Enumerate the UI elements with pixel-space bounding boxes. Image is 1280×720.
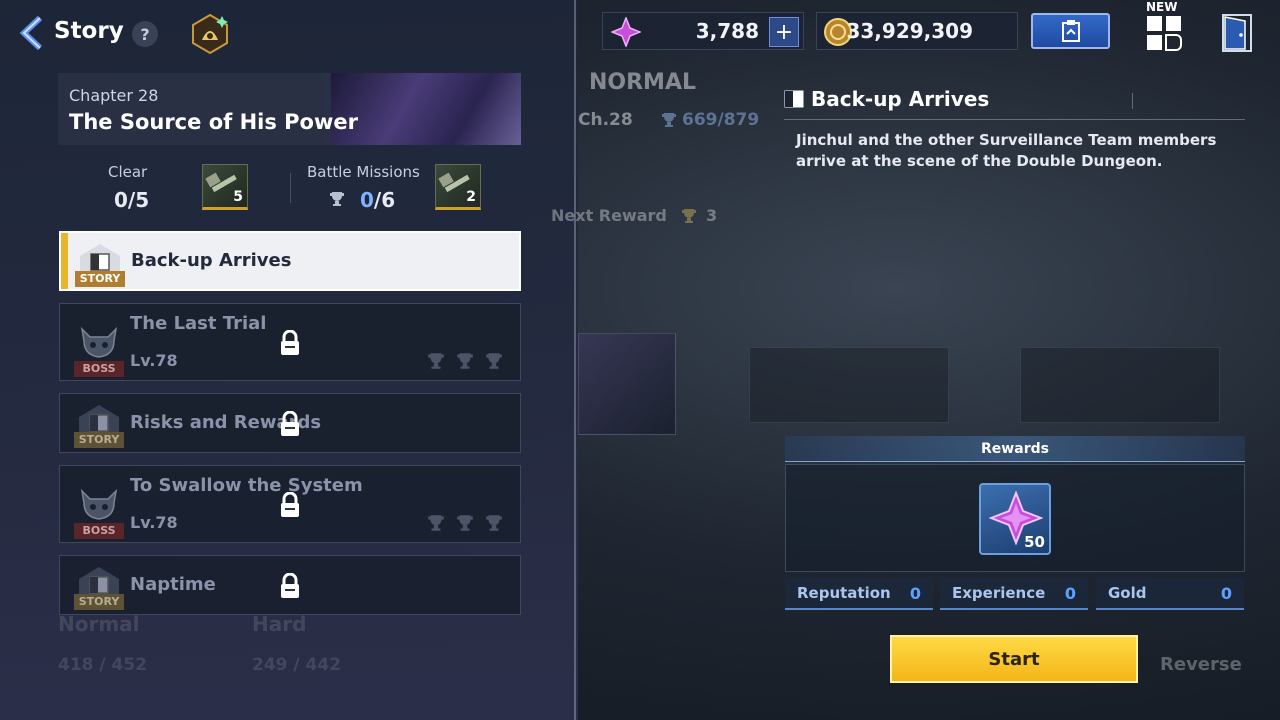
gem-amount: 3,788: [695, 19, 759, 43]
trophy-icon: [662, 113, 676, 127]
exit-door-icon[interactable]: [1221, 13, 1253, 53]
quest-title: Naptime: [130, 574, 216, 595]
gold-amount: 33,929,309: [846, 19, 973, 43]
chapter-name: The Source of His Power: [69, 110, 358, 134]
gem-currency-display: 3,788 +: [602, 12, 804, 50]
battle-missions-label: Battle Missions: [307, 163, 420, 181]
background-chapter-card: [1020, 347, 1220, 423]
trophy-icon: [428, 515, 444, 531]
experience-value: 0: [1064, 584, 1076, 603]
ghost-hard-value: 249 / 442: [252, 655, 342, 675]
trophy-icon: [330, 192, 344, 206]
quest-item-back-up-arrives[interactable]: STORY Back-up Arrives: [59, 231, 521, 291]
add-gems-button[interactable]: +: [769, 17, 799, 47]
stats-divider: [290, 173, 291, 203]
detail-underline: [784, 119, 1245, 120]
quest-tag: STORY: [74, 594, 124, 610]
battle-missions-value: 0/6: [360, 188, 395, 212]
quest-trophies: [426, 513, 506, 535]
new-badge: NEW: [1146, 0, 1178, 14]
experience-stat: Experience 0: [940, 578, 1088, 610]
next-reward-count: 3: [706, 206, 718, 225]
trophy-icon: [457, 353, 473, 369]
quest-tag: BOSS: [74, 361, 124, 377]
quest-level: Lv.78: [130, 351, 178, 370]
detail-title: Back-up Arrives: [811, 87, 990, 111]
clipboard-button[interactable]: [1031, 13, 1110, 49]
trophy-icon: [428, 353, 444, 369]
next-reward-label: Next Reward: [551, 206, 667, 225]
ghost-hard-label: Hard: [252, 612, 307, 636]
background-chapter-card: [578, 333, 676, 435]
reputation-stat: Reputation 0: [785, 578, 933, 610]
trophy-icon: [457, 515, 473, 531]
gold-currency-display: 33,929,309: [816, 12, 1018, 50]
reputation-value: 0: [909, 584, 921, 603]
quest-item-the-last-trial[interactable]: BOSS The Last Trial Lv.78: [59, 303, 521, 381]
clear-reward-count: 5: [233, 189, 243, 205]
reverse-ghost-label: Reverse: [1160, 654, 1242, 675]
missions-total: /6: [373, 188, 396, 212]
trophy-icon: [682, 209, 696, 223]
page-title: Story: [54, 18, 124, 44]
quest-item-risks-and-rewards[interactable]: STORY Risks and Rewards: [59, 393, 521, 453]
quest-title: To Swallow the System: [130, 475, 363, 496]
reward-count: 50: [1024, 533, 1045, 551]
chapter-art: [331, 73, 521, 145]
quest-item-to-swallow-the-system[interactable]: BOSS To Swallow the System Lv.78: [59, 465, 521, 543]
difficulty-mode-label: NORMAL: [589, 70, 696, 95]
lock-icon: [281, 330, 299, 355]
quest-level: Lv.78: [130, 513, 178, 532]
chapter-trophy-count: 669/879: [682, 110, 760, 130]
lock-icon: [281, 573, 299, 598]
back-arrow-icon[interactable]: [14, 14, 48, 52]
panel-divider: [574, 0, 576, 720]
lock-icon: [281, 492, 299, 517]
help-button[interactable]: ?: [132, 21, 158, 47]
gold-stat: Gold 0: [1096, 578, 1244, 610]
quest-title: Back-up Arrives: [131, 250, 292, 271]
start-button[interactable]: Start: [890, 635, 1138, 683]
missions-done: 0: [360, 188, 374, 212]
gold-label: Gold: [1108, 584, 1147, 602]
reward-item-gem[interactable]: 50: [979, 483, 1051, 555]
story-book-icon: [784, 90, 804, 108]
reputation-label: Reputation: [797, 584, 891, 602]
clear-reward-item[interactable]: 5: [202, 164, 248, 210]
trophy-icon: [486, 515, 502, 531]
quest-trophies: [426, 351, 506, 373]
quest-tag: BOSS: [74, 523, 124, 539]
title-divider: [1132, 93, 1133, 109]
purple-gem-icon: [611, 17, 641, 47]
quest-item-naptime[interactable]: STORY Naptime: [59, 555, 521, 615]
clear-label: Clear: [108, 163, 148, 181]
rewards-box: 50: [785, 464, 1245, 572]
rewards-header: Rewards: [785, 436, 1245, 462]
quest-tag: STORY: [74, 432, 124, 448]
trophy-icon: [486, 353, 502, 369]
missions-reward-count: 2: [466, 189, 476, 205]
lock-icon: [281, 411, 299, 436]
chapter-header: Chapter 28 The Source of His Power: [58, 73, 521, 145]
story-emblem-icon[interactable]: [188, 12, 232, 56]
clear-value: 0/5: [114, 188, 150, 212]
quest-title: The Last Trial: [130, 313, 267, 334]
quest-tag: STORY: [75, 271, 125, 287]
ghost-normal-value: 418 / 452: [58, 655, 148, 675]
chapter-number: Chapter 28: [69, 86, 159, 105]
missions-reward-item[interactable]: 2: [435, 164, 481, 210]
gold-value: 0: [1220, 584, 1232, 603]
ghost-normal-label: Normal: [58, 612, 140, 636]
clipboard-icon: [1061, 20, 1080, 42]
chapter-stats: Clear 0/5 5 Battle Missions 0/6 2: [58, 148, 521, 226]
experience-label: Experience: [952, 584, 1046, 602]
menu-grid-icon[interactable]: [1146, 15, 1182, 51]
detail-description: Jinchul and the other Surveillance Team …: [796, 131, 1217, 170]
chapter-short-label: Ch.28: [578, 110, 633, 130]
background-chapter-card: [749, 347, 949, 423]
